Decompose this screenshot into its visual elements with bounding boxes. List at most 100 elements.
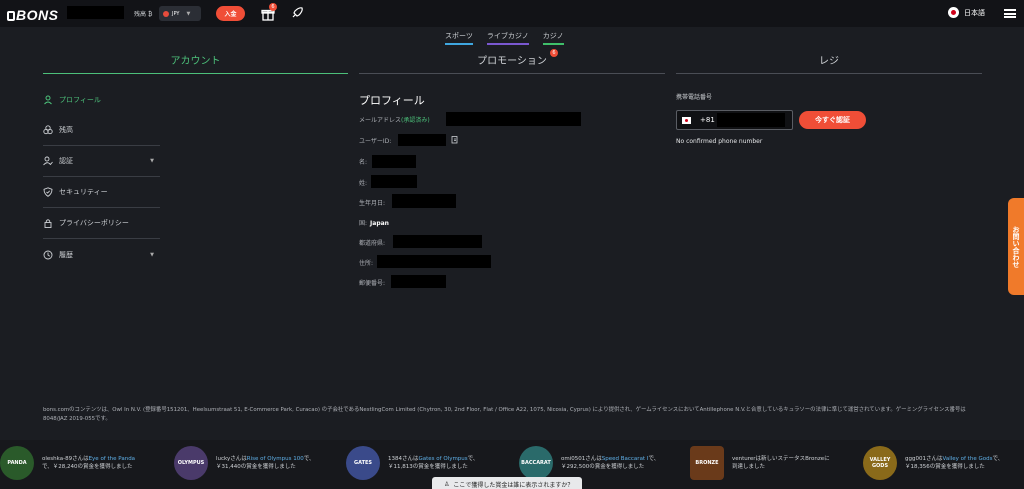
sidebar-item-balance[interactable]: 残高 — [43, 115, 160, 146]
currency-label: JPY — [172, 10, 180, 17]
chevron-down-icon: ▼ — [186, 10, 191, 17]
sidebar-item-label: 残高 — [59, 126, 73, 134]
verify-user-icon — [43, 156, 53, 166]
birthdate-field: 生年月日: — [359, 200, 386, 207]
sidebar-item-security[interactable]: セキュリティー — [43, 177, 160, 208]
email-redacted — [446, 112, 581, 126]
gift-button[interactable]: 6 — [261, 3, 277, 21]
postal-code-field: 郵便番号: — [359, 280, 386, 287]
promo-button[interactable] — [291, 7, 303, 19]
phone-country-code: +81 — [700, 116, 715, 124]
ticker-text: venturerは新しいステータスBronzeに到達しました — [732, 456, 830, 470]
sidebar-item-label: 認証 — [59, 157, 73, 165]
email-field: メールアドレス(承認済み) — [359, 117, 430, 124]
country-value: Japan — [370, 220, 389, 227]
logo-mark-icon — [7, 11, 15, 21]
chevron-down-icon: ▼ — [150, 251, 154, 258]
top-header: BONS 残高 ₿ JPY ▼ 入金 6 日本語 — [0, 0, 1024, 27]
bons-logo[interactable]: BONS — [7, 7, 58, 23]
sidebar-item-label: プロフィール — [59, 95, 101, 104]
visibility-popup[interactable]: ♙ ここで獲得した賞金は誰に表示されますか？ — [432, 477, 582, 489]
phone-number-redacted — [717, 113, 785, 127]
sidebar-item-label: セキュリティー — [59, 188, 108, 196]
user-id-redacted — [398, 134, 446, 146]
ticker-item[interactable]: GATES 1384さんはGates of Olympusで、￥11,813の賞… — [346, 446, 488, 480]
menu-icon[interactable] — [1004, 9, 1016, 18]
history-icon — [43, 250, 53, 259]
coins-icon — [43, 125, 53, 135]
last-name-field: 姓: — [359, 180, 368, 187]
sidebar-item-label: プライバシーポリシー — [59, 219, 129, 227]
ticker-item[interactable]: VALLEY GODS ggg001さんはValley of the Godsで… — [863, 446, 1005, 480]
chevron-down-icon: ▼ — [150, 158, 154, 164]
user-icon — [44, 95, 52, 104]
sidebar-item-label: 履歴 — [59, 250, 73, 259]
email-verified-badge: (承認済み) — [401, 117, 430, 124]
address-redacted — [377, 255, 491, 268]
postal-code-redacted — [391, 275, 446, 288]
legal-notice: bons.comのコンテンツは、Owl In N.V. (登録番号151201、… — [43, 407, 966, 422]
language-label: 日本語 — [964, 8, 985, 17]
verify-now-button[interactable]: 今すぐ認証 — [799, 111, 866, 129]
profile-title: プロフィール — [359, 94, 425, 107]
lock-icon — [44, 219, 52, 228]
promotions-badge: 6 — [550, 49, 558, 57]
ticker-text: ggg001さんはValley of the Godsで、￥18,356の賞金を… — [905, 456, 1004, 470]
shield-icon — [43, 187, 53, 197]
username-redacted — [67, 6, 124, 19]
game-thumbnail: GATES — [346, 446, 380, 480]
tab-underline — [676, 73, 982, 74]
first-name-redacted — [372, 155, 416, 168]
ticker-item[interactable]: PANDA oleshka-89さんはEye of the Pandaで、￥28… — [0, 446, 142, 480]
tab-underline — [359, 73, 665, 74]
ticker-item[interactable]: OLYMPUS luckyさんはRise of Olympus 100で、￥31… — [174, 446, 316, 480]
user-icon: ♙ — [444, 480, 450, 488]
contact-us-tab[interactable]: お問い合わせ — [1008, 198, 1024, 295]
game-thumbnail: PANDA — [0, 446, 34, 480]
ticker-text: 1384さんはGates of Olympusで、￥11,813の賞金を獲得しま… — [388, 456, 479, 470]
ticker-text: luckyさんはRise of Olympus 100で、￥31,440の賞金を… — [216, 456, 315, 470]
prefecture-field: 都道府県: — [359, 240, 386, 247]
sidebar-item-privacy[interactable]: プライバシーポリシー — [43, 208, 160, 239]
tab-cashier-label: レジ — [819, 56, 839, 67]
currency-selector[interactable]: JPY ▼ — [159, 6, 201, 21]
rocket-icon — [292, 7, 303, 18]
japan-flag-icon — [682, 116, 691, 124]
logo-text: BONS — [16, 7, 59, 23]
bronze-status-icon: BRONZE — [690, 446, 724, 480]
tab-account[interactable]: アカウント — [43, 52, 348, 74]
tab-promotions[interactable]: プロモーション 6 — [359, 49, 665, 74]
gift-badge: 6 — [269, 3, 277, 11]
prefecture-redacted — [393, 235, 482, 248]
user-id-field: ユーザーID: — [359, 138, 392, 145]
category-nav: スポーツ ライブカジノ カジノ — [445, 31, 564, 45]
country-field: 国: Japan — [359, 220, 389, 227]
ticker-text: oleshka-89さんはEye of the Pandaで、￥28,240の賞… — [42, 456, 136, 470]
birthdate-redacted — [392, 194, 456, 208]
tab-underline — [43, 73, 348, 74]
tab-cashier[interactable]: レジ — [676, 52, 982, 74]
ticker-item[interactable]: BRONZE venturerは新しいステータスBronzeに到達しました — [690, 446, 832, 480]
game-thumbnail: OLYMPUS — [174, 446, 208, 480]
jpy-coin-icon — [163, 10, 169, 17]
tab-promotions-label: プロモーション — [477, 56, 547, 67]
language-selector[interactable]: 日本語 — [948, 7, 985, 18]
game-thumbnail: BACCARAT — [519, 446, 553, 480]
deposit-button[interactable]: 入金 — [216, 6, 245, 21]
sidebar-item-history[interactable]: 履歴 ▼ — [43, 239, 160, 270]
last-name-redacted — [371, 175, 417, 188]
japan-flag-icon — [948, 7, 959, 18]
ticker-item[interactable]: BACCARAT omi0501さんはSpeed Baccarat Iで、￥29… — [519, 446, 661, 480]
nav-casino[interactable]: カジノ — [542, 31, 564, 45]
first-name-field: 名: — [359, 159, 368, 166]
copy-icon[interactable] — [451, 136, 459, 144]
popup-text: ここで獲得した賞金は誰に表示されますか？ — [453, 481, 574, 489]
balance-label: 残高 ₿ — [134, 11, 153, 18]
nav-live-casino[interactable]: ライブカジノ — [486, 31, 529, 45]
ticker-text: omi0501さんはSpeed Baccarat Iで、￥292,500の賞金を… — [561, 456, 660, 470]
tab-account-label: アカウント — [170, 56, 221, 67]
phone-status-note: No confirmed phone number — [676, 138, 763, 145]
sidebar-item-profile[interactable]: プロフィール — [43, 84, 160, 115]
nav-sports[interactable]: スポーツ — [445, 31, 473, 45]
sidebar-item-verification[interactable]: 認証 ▼ — [43, 146, 160, 177]
